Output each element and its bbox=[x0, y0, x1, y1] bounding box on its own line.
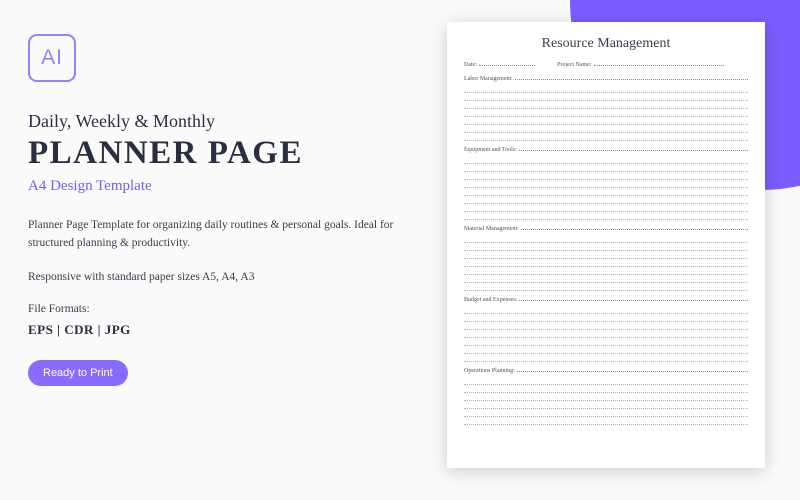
ruled-line bbox=[464, 409, 748, 417]
ruled-line bbox=[464, 322, 748, 330]
ruled-line bbox=[464, 259, 748, 267]
ruled-line bbox=[464, 117, 748, 125]
project-field: Project Name: bbox=[557, 61, 724, 68]
ruled-line bbox=[464, 251, 748, 259]
section-label: Budget and Expenses: bbox=[464, 296, 748, 303]
planner-preview: Resource Management Date: Project Name: … bbox=[447, 22, 765, 468]
section-label-text: Equipment and Tools: bbox=[464, 147, 517, 153]
section-lines bbox=[464, 85, 748, 141]
section-label-dots bbox=[519, 146, 748, 151]
ruled-line bbox=[464, 283, 748, 291]
ruled-line bbox=[464, 172, 748, 180]
section-label: Equipment and Tools: bbox=[464, 146, 748, 153]
section-label: Operations Planning: bbox=[464, 367, 748, 374]
ruled-line bbox=[464, 156, 748, 164]
ruled-line bbox=[464, 243, 748, 251]
ruled-line bbox=[464, 101, 748, 109]
section-lines bbox=[464, 377, 748, 425]
subtitle: A4 Design Template bbox=[28, 178, 398, 195]
sections-container: Labor Management: Equipment and Tools: Mat… bbox=[464, 75, 748, 425]
section-label-text: Material Management: bbox=[464, 226, 519, 232]
ruled-line bbox=[464, 133, 748, 141]
ruled-line bbox=[464, 180, 748, 188]
formats-list: EPS | CDR | JPG bbox=[28, 322, 398, 338]
section-label-text: Operations Planning: bbox=[464, 368, 515, 374]
section-label-dots bbox=[521, 225, 748, 230]
ready-to-print-badge: Ready to Print bbox=[28, 360, 128, 386]
planner-section: Budget and Expenses: bbox=[464, 296, 748, 362]
ruled-line bbox=[464, 109, 748, 117]
date-label: Date: bbox=[464, 62, 477, 68]
ruled-line bbox=[464, 377, 748, 385]
ruled-line bbox=[464, 346, 748, 354]
ruled-line bbox=[464, 275, 748, 283]
date-field: Date: bbox=[464, 61, 535, 68]
planner-section: Equipment and Tools: bbox=[464, 146, 748, 220]
ruled-line bbox=[464, 188, 748, 196]
section-label-dots bbox=[517, 367, 748, 372]
description-1: Planner Page Template for organizing dai… bbox=[28, 217, 398, 253]
ruled-line bbox=[464, 354, 748, 362]
promo-content: AI Daily, Weekly & Monthly PLANNER PAGE … bbox=[28, 34, 398, 386]
ruled-line bbox=[464, 125, 748, 133]
ruled-line bbox=[464, 267, 748, 275]
ruled-line bbox=[464, 417, 748, 425]
ruled-line bbox=[464, 212, 748, 220]
ruled-line bbox=[464, 85, 748, 93]
ruled-line bbox=[464, 338, 748, 346]
ruled-line bbox=[464, 204, 748, 212]
ruled-line bbox=[464, 164, 748, 172]
section-lines bbox=[464, 156, 748, 220]
section-label: Material Management: bbox=[464, 225, 748, 232]
heading-prefix: Daily, Weekly & Monthly bbox=[28, 110, 398, 133]
section-lines bbox=[464, 306, 748, 362]
section-label-text: Labor Management: bbox=[464, 76, 513, 82]
planner-section: Operations Planning: bbox=[464, 367, 748, 425]
section-label-dots bbox=[519, 296, 748, 301]
ai-badge: AI bbox=[28, 34, 76, 82]
date-dots bbox=[479, 61, 535, 66]
project-label: Project Name: bbox=[557, 62, 592, 68]
description-2: Responsive with standard paper sizes A5,… bbox=[28, 269, 398, 287]
planner-section: Material Management: bbox=[464, 225, 748, 291]
ruled-line bbox=[464, 306, 748, 314]
ruled-line bbox=[464, 196, 748, 204]
ruled-line bbox=[464, 93, 748, 101]
heading-main: PLANNER PAGE bbox=[28, 135, 398, 172]
ruled-line bbox=[464, 385, 748, 393]
ruled-line bbox=[464, 235, 748, 243]
section-label-dots bbox=[515, 75, 748, 80]
ai-badge-label: AI bbox=[41, 46, 63, 70]
section-label: Labor Management: bbox=[464, 75, 748, 82]
planner-title: Resource Management bbox=[464, 36, 748, 52]
ruled-line bbox=[464, 314, 748, 322]
formats-label: File Formats: bbox=[28, 303, 398, 315]
ruled-line bbox=[464, 393, 748, 401]
planner-meta-row: Date: Project Name: bbox=[464, 61, 748, 68]
ruled-line bbox=[464, 401, 748, 409]
section-lines bbox=[464, 235, 748, 291]
planner-section: Labor Management: bbox=[464, 75, 748, 141]
ruled-line bbox=[464, 330, 748, 338]
project-dots bbox=[594, 61, 724, 66]
section-label-text: Budget and Expenses: bbox=[464, 297, 517, 303]
